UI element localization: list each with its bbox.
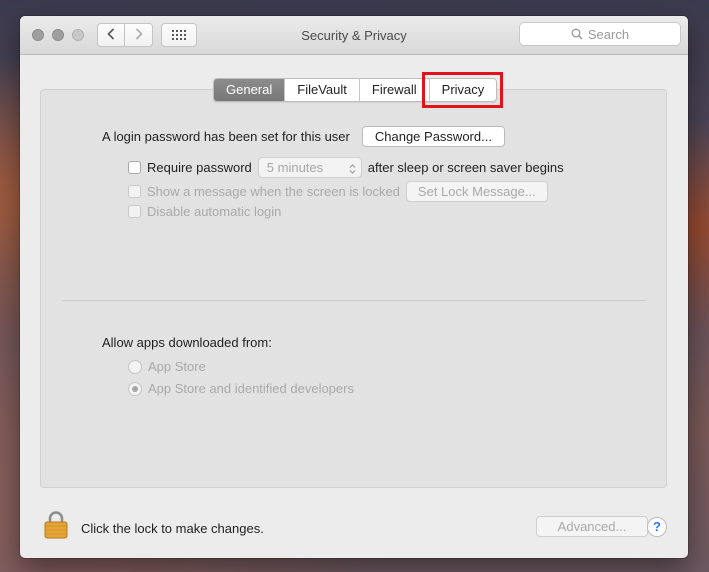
require-password-label: Require password — [147, 160, 252, 175]
general-panel — [40, 89, 667, 488]
tab-general[interactable]: General — [214, 79, 285, 101]
radio-app-store-label: App Store — [148, 359, 206, 374]
login-password-row: A login password has been set for this u… — [102, 126, 505, 147]
up-down-arrows-icon — [349, 161, 356, 180]
login-password-text: A login password has been set for this u… — [102, 129, 350, 144]
radio-selected-dot — [132, 385, 138, 392]
advanced-button[interactable]: Advanced... — [536, 516, 648, 537]
title-bar: Security & Privacy Search — [20, 16, 688, 55]
allow-apps-heading-text: Allow apps downloaded from: — [102, 335, 272, 350]
preferences-window: Security & Privacy Search General FileVa… — [20, 16, 688, 558]
require-password-row: Require password 5 minutes after sleep o… — [128, 157, 564, 178]
search-placeholder: Search — [587, 26, 630, 42]
show-message-row: Show a message when the screen is locked… — [128, 181, 548, 202]
section-divider — [62, 300, 646, 301]
radio-identified-developers[interactable] — [128, 381, 142, 396]
set-lock-message-button[interactable]: Set Lock Message... — [405, 181, 548, 202]
help-button[interactable]: ? — [647, 517, 667, 537]
tab-firewall[interactable]: Firewall — [358, 79, 429, 101]
change-password-button[interactable]: Change Password... — [361, 126, 505, 147]
disable-auto-login-checkbox[interactable] — [128, 205, 141, 218]
show-message-checkbox[interactable] — [128, 185, 141, 198]
radio-app-store-row: App Store — [128, 359, 206, 374]
lock-icon[interactable] — [43, 510, 69, 543]
tab-bar: General FileVault Firewall Privacy — [213, 72, 504, 108]
tab-privacy[interactable]: Privacy — [421, 72, 504, 108]
delay-select-value: 5 minutes — [266, 160, 324, 175]
radio-identified-row: App Store and identified developers — [128, 381, 354, 396]
disable-auto-login-row: Disable automatic login — [128, 204, 281, 219]
show-message-label: Show a message when the screen is locked — [147, 184, 400, 199]
tab-filevault[interactable]: FileVault — [284, 79, 359, 101]
search-field[interactable]: Search — [519, 22, 681, 46]
allow-apps-heading: Allow apps downloaded from: — [102, 335, 272, 350]
require-password-checkbox[interactable] — [128, 161, 141, 174]
require-password-suffix: after sleep or screen saver begins — [367, 160, 564, 175]
require-password-delay-select[interactable]: 5 minutes — [257, 157, 362, 180]
radio-identified-label: App Store and identified developers — [148, 381, 354, 396]
disable-auto-login-label: Disable automatic login — [147, 204, 282, 219]
radio-app-store[interactable] — [128, 359, 142, 374]
search-icon — [571, 28, 583, 40]
lock-status-text: Click the lock to make changes. — [81, 521, 264, 536]
